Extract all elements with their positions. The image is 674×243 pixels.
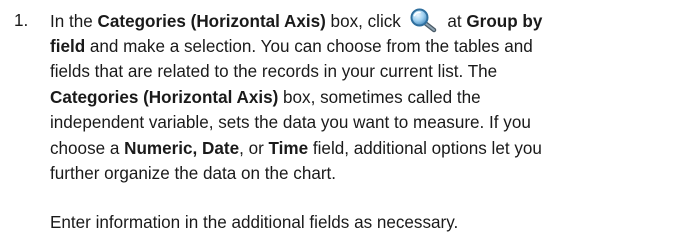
step-line-7: further organize the data on the chart. xyxy=(50,161,674,187)
time-label: Time xyxy=(268,138,309,158)
step-line-1: In the Categories (Horizontal Axis) box,… xyxy=(50,8,674,34)
instruction-step: 1. In the Categories (Horizontal Axis) b… xyxy=(0,0,674,243)
numeric-date-label: Numeric, Date xyxy=(124,138,240,158)
text: choose a xyxy=(50,138,125,158)
text: , or xyxy=(239,138,269,158)
step-line-2: field and make a selection. You can choo… xyxy=(50,34,674,60)
text: further organize the data on the chart. xyxy=(50,164,337,183)
text: fields that are related to the records i… xyxy=(50,62,498,81)
magnifier-search-icon xyxy=(407,8,441,33)
text: at xyxy=(442,12,467,31)
step-body: In the Categories (Horizontal Axis) box,… xyxy=(50,8,674,187)
additional-fields-note: Enter information in the additional fiel… xyxy=(50,213,459,232)
categories-axis-label: Categories (Horizontal Axis) xyxy=(97,12,326,31)
step-line-3: fields that are related to the records i… xyxy=(50,59,674,85)
categories-axis-label: Categories (Horizontal Axis) xyxy=(50,87,279,107)
step-number: 1. xyxy=(14,11,29,30)
step-line-5: independent variable, sets the data you … xyxy=(50,110,674,136)
text: independent variable, sets the data you … xyxy=(50,113,531,132)
field-label: field xyxy=(50,36,86,56)
text: and make a selection. You can choose fro… xyxy=(85,36,533,56)
text: box, sometimes called the xyxy=(278,87,481,107)
step-line-4: Categories (Horizontal Axis) box, someti… xyxy=(50,85,674,111)
text: In the xyxy=(50,12,98,31)
group-by-label: Group by xyxy=(466,12,543,31)
text: box, click xyxy=(325,12,406,31)
step-line-6: choose a Numeric, Date, or Time field, a… xyxy=(50,136,674,162)
text: field, additional options let you xyxy=(308,138,542,158)
